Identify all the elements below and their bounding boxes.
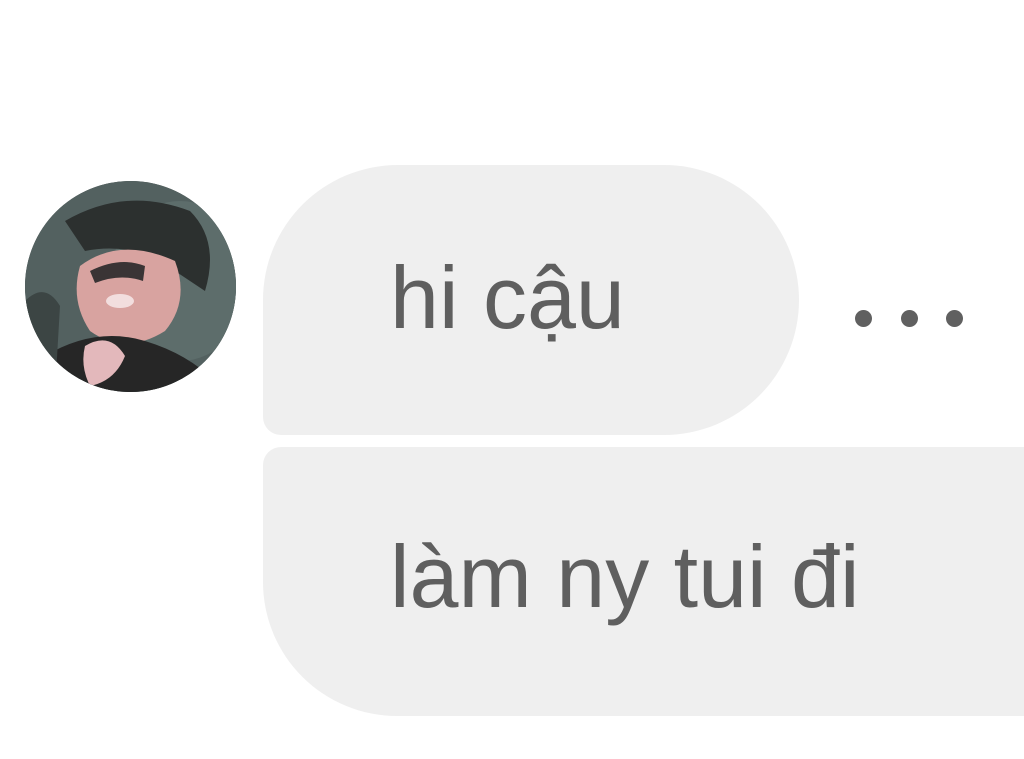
message-bubble[interactable]: làm ny tui đi: [263, 447, 1024, 716]
more-horizontal-icon: [900, 309, 918, 327]
message-text: hi cậu: [390, 248, 625, 347]
more-horizontal-icon: [855, 309, 872, 327]
avatar[interactable]: [25, 181, 236, 392]
message-bubble[interactable]: hi cậu: [263, 165, 799, 435]
more-horizontal-icon: [946, 309, 963, 327]
chat-thread: hi cậu làm ny tui đi: [0, 0, 1024, 759]
avatar-image: [25, 181, 236, 392]
more-options-button[interactable]: [845, 292, 973, 344]
message-text: làm ny tui đi: [390, 526, 860, 626]
